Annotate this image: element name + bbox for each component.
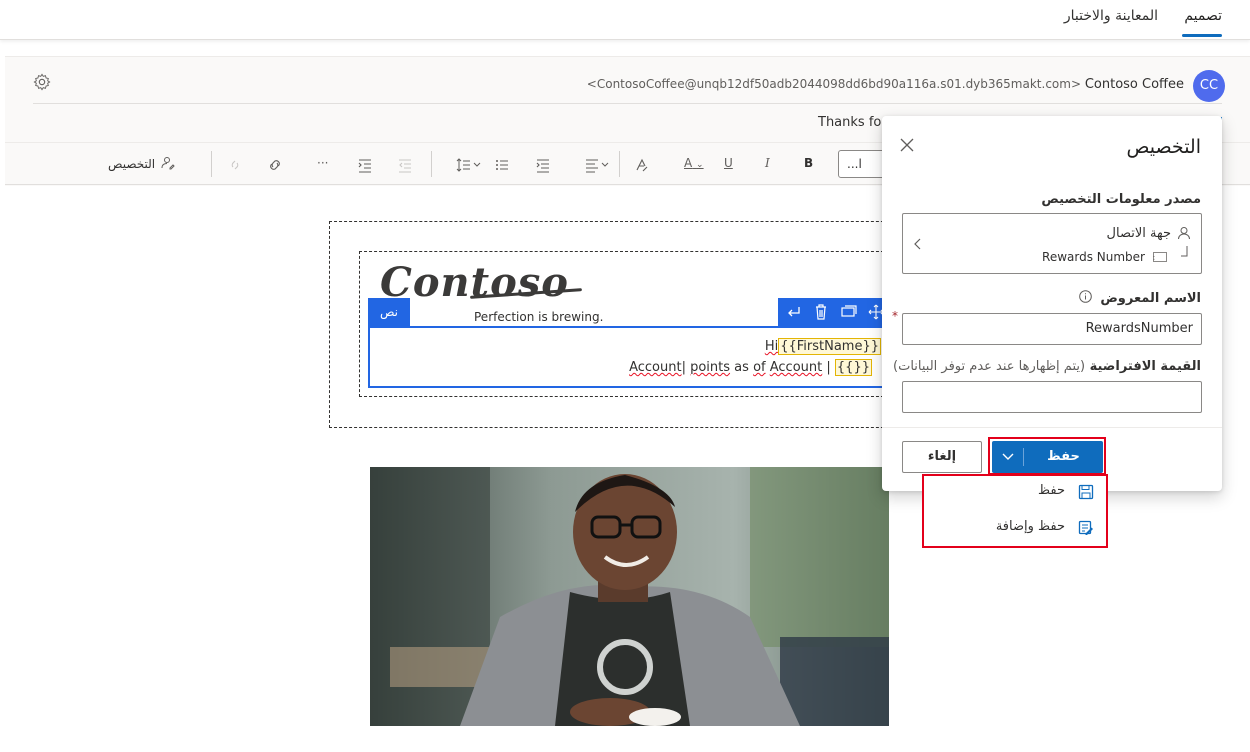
- logo-tagline: Perfection is brewing.: [474, 310, 604, 324]
- account-line: Account| points as of Account | {{}}: [629, 359, 872, 376]
- tree-branch-icon: [1181, 246, 1188, 257]
- points-word: points: [690, 360, 731, 375]
- personalize-label: التخصيص: [108, 157, 156, 171]
- chevron-down-icon: ⌄: [696, 160, 704, 170]
- close-icon[interactable]: [899, 137, 915, 153]
- link-icon[interactable]: [267, 158, 283, 172]
- as-word: as: [734, 360, 749, 375]
- text-block-badge: نص: [368, 298, 410, 326]
- toolbar-separator: [211, 151, 212, 177]
- unlink-icon: [231, 160, 239, 170]
- increase-indent-icon[interactable]: [357, 157, 373, 173]
- menu-item-save[interactable]: حفظ: [1038, 483, 1065, 498]
- display-name-input[interactable]: RewardsNumber: [902, 313, 1202, 345]
- block-toolbar: [778, 298, 888, 326]
- default-value-input[interactable]: [902, 381, 1202, 413]
- contact-icon: [1178, 227, 1190, 240]
- gear-icon[interactable]: [33, 73, 51, 91]
- default-value-hint: (يتم إظهارها عند عدم توفر البيانات): [893, 359, 1086, 374]
- bullet-list-icon[interactable]: [494, 157, 510, 173]
- toolbar-separator: [431, 151, 432, 177]
- save-icon: [1078, 484, 1094, 500]
- man-with-coffee-image: [370, 467, 889, 726]
- chevron-left-icon[interactable]: [913, 237, 923, 251]
- hero-photo[interactable]: [370, 467, 889, 726]
- greeting-line: Hi {{FirstName}}: [764, 338, 881, 355]
- data-source-picker[interactable]: جهة الاتصال Abc Rewards Number: [902, 213, 1202, 274]
- line-spacing-icon[interactable]: [456, 157, 484, 173]
- svg-text:Abc: Abc: [1153, 255, 1155, 262]
- default-value-label: القيمة الافتراضية (يتم إظهارها عند عدم ت…: [893, 359, 1201, 374]
- account-word-2: Account: [769, 360, 823, 375]
- text-block[interactable]: [368, 326, 886, 388]
- clear-format-icon[interactable]: [633, 157, 649, 173]
- display-name-label: الاسم المعروض: [1078, 290, 1201, 306]
- panel-title: التخصيص: [1126, 136, 1201, 158]
- account-word: Account: [629, 360, 682, 375]
- cancel-button[interactable]: إلغاء: [902, 441, 982, 473]
- greeting-text: Hi: [764, 339, 779, 354]
- align-icon[interactable]: [585, 157, 611, 173]
- delete-icon[interactable]: [814, 304, 828, 320]
- info-icon[interactable]: [1078, 290, 1092, 303]
- pipe-separator: |: [826, 360, 831, 375]
- active-tab-indicator: [1182, 34, 1222, 37]
- font-color-label: A: [684, 156, 693, 170]
- font-color-button[interactable]: A ⌄: [684, 156, 704, 170]
- sender-name: Contoso Coffee: [1084, 77, 1184, 92]
- source-entity: جهة الاتصال: [1106, 226, 1171, 241]
- tab-design[interactable]: تصميم: [1184, 8, 1222, 24]
- person-edit-icon: [161, 157, 175, 170]
- personalize-button[interactable]: التخصيص: [108, 156, 175, 171]
- underline-button[interactable]: U: [724, 156, 733, 170]
- avatar: CC: [1193, 70, 1225, 102]
- empty-token[interactable]: {{}}: [834, 359, 872, 376]
- duplicate-icon[interactable]: [841, 305, 857, 319]
- source-label: مصدر معلومات التخصيص: [1041, 192, 1201, 207]
- cursor-bar: |: [681, 360, 686, 375]
- top-tab-bar: تصميم المعاينة والاختبار: [0, 0, 1250, 40]
- enter-icon[interactable]: [786, 305, 801, 319]
- save-and-add-icon: [1078, 520, 1093, 535]
- indent-icon[interactable]: [535, 157, 551, 173]
- display-name-label-text: الاسم المعروض: [1100, 291, 1201, 306]
- text-field-icon: Abc: [1153, 252, 1167, 262]
- more-options-button[interactable]: ···: [317, 156, 328, 170]
- tab-preview-test[interactable]: المعاينة والاختبار: [1064, 8, 1158, 24]
- subject-preview[interactable]: Thanks for: [818, 115, 887, 130]
- highlight-save-button: [988, 437, 1106, 475]
- toolbar-separator: [619, 151, 620, 177]
- required-asterisk: *: [892, 309, 898, 323]
- italic-button[interactable]: I: [765, 156, 770, 170]
- sender-line: <ContosoCoffee@unqb12df50adb2044098dd6bd…: [587, 77, 1184, 92]
- personalization-panel: التخصيص مصدر معلومات التخصيص جهة الاتصال…: [882, 116, 1222, 491]
- firstname-token[interactable]: {{FirstName}}: [778, 338, 881, 355]
- sender-email: <ContosoCoffee@unqb12df50adb2044098dd6bd…: [586, 77, 1081, 91]
- default-value-label-text: القيمة الافتراضية: [1089, 359, 1201, 374]
- source-attribute: Rewards Number: [1042, 250, 1145, 264]
- panel-footer-divider: [882, 427, 1222, 428]
- header-divider: [33, 103, 1222, 104]
- outdent-icon: [399, 159, 411, 173]
- save-dropdown-menu: حفظ حفظ وإضافة: [922, 474, 1108, 548]
- menu-item-save-and-add[interactable]: حفظ وإضافة: [996, 519, 1065, 534]
- of-word: of: [753, 360, 766, 375]
- bold-button[interactable]: B: [804, 156, 813, 170]
